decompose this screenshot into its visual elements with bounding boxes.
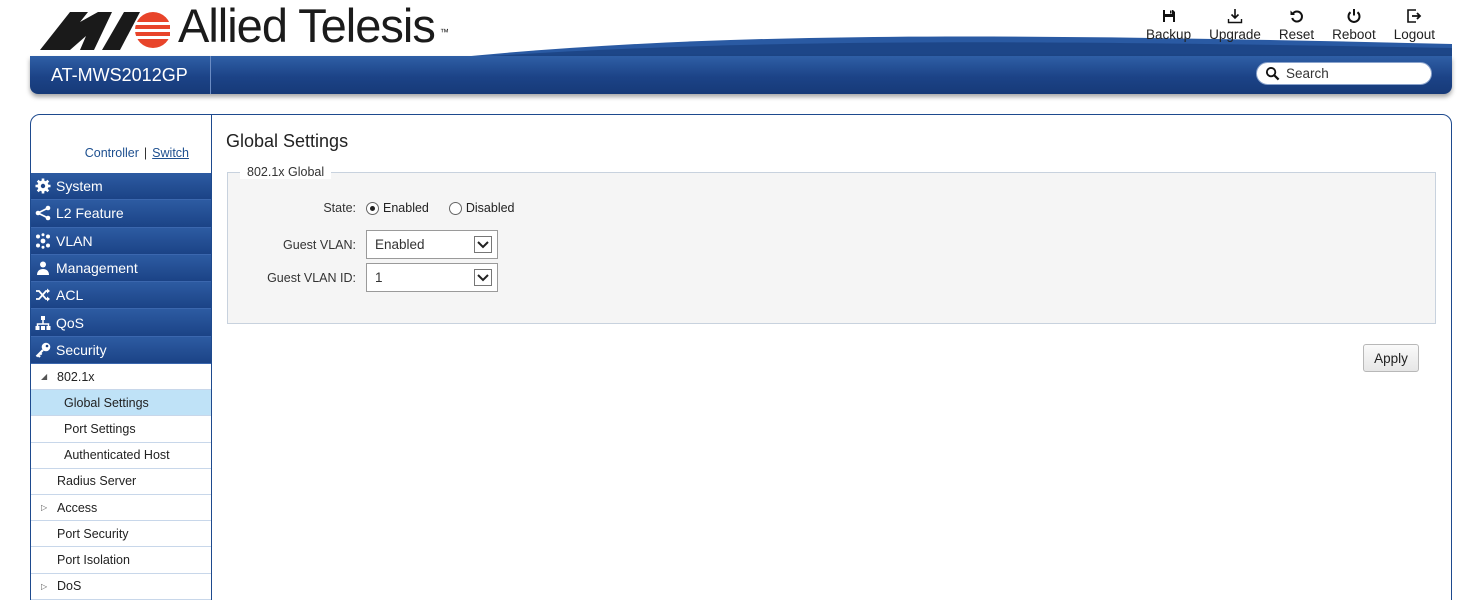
brand-logo: Allied Telesis ™ <box>40 0 449 52</box>
reset-button[interactable]: Reset <box>1270 8 1323 42</box>
apply-button[interactable]: Apply <box>1363 344 1419 372</box>
sub-global-settings-label: Global Settings <box>64 395 149 410</box>
sub-8021x[interactable]: ◢ 802.1x <box>31 364 211 391</box>
content-frame: Controller | Switch System L2 Feature VL… <box>30 114 1452 600</box>
controller-link[interactable]: Controller <box>85 146 139 160</box>
key-icon <box>35 342 51 358</box>
sub-radius-server[interactable]: Radius Server <box>31 469 211 496</box>
toolbar: Backup Upgrade Reset Reboot Logout <box>1137 8 1444 42</box>
menu-system[interactable]: System <box>31 173 211 201</box>
sub-global-settings[interactable]: Global Settings <box>31 390 211 417</box>
global-fieldset: 802.1x Global State: Enabled Disabled Gu… <box>227 165 1436 324</box>
page-title: Global Settings <box>226 131 349 151</box>
sub-access[interactable]: ▷ Access <box>31 495 211 522</box>
chevron-down-icon <box>474 236 492 253</box>
search-icon <box>1265 66 1280 81</box>
state-row: State: Enabled Disabled <box>228 201 535 215</box>
reboot-button[interactable]: Reboot <box>1323 8 1385 42</box>
sub-port-settings[interactable]: Port Settings <box>31 416 211 443</box>
menu-vlan-label: VLAN <box>56 232 93 249</box>
menu-management[interactable]: Management <box>31 254 211 283</box>
brand-name: Allied Telesis ™ <box>178 0 449 52</box>
header: Allied Telesis ™ Backup Upgrade Reset Reb… <box>30 0 1452 95</box>
sub-port-isolation-label: Port Isolation <box>57 552 130 567</box>
model-name: AT-MWS2012GP <box>30 56 211 94</box>
backup-label: Backup <box>1146 27 1192 42</box>
mode-switch: Controller | Switch <box>31 115 211 173</box>
guest-vlan-value: Enabled <box>375 237 425 252</box>
chevron-down-icon <box>474 269 492 286</box>
logo-icon <box>40 12 170 50</box>
nav-bar: AT-MWS2012GP <box>30 56 1452 94</box>
upgrade-button[interactable]: Upgrade <box>1200 8 1270 42</box>
menu-security-label: Security <box>56 341 107 358</box>
sub-dos-label: DoS <box>57 579 82 594</box>
sidebar: Controller | Switch System L2 Feature VL… <box>31 115 212 600</box>
menu-management-label: Management <box>56 260 138 277</box>
upgrade-label: Upgrade <box>1209 27 1261 42</box>
power-icon <box>1347 9 1361 23</box>
shuffle-icon <box>36 288 50 302</box>
mode-separator: | <box>143 146 148 160</box>
user-icon <box>37 261 49 276</box>
menu-system-label: System <box>56 178 103 195</box>
sub-authenticated-host-label: Authenticated Host <box>64 448 170 463</box>
sub-authenticated-host[interactable]: Authenticated Host <box>31 443 211 469</box>
logout-icon <box>1407 9 1422 23</box>
menu-l2-feature[interactable]: L2 Feature <box>31 200 211 228</box>
logout-button[interactable]: Logout <box>1385 8 1444 42</box>
state-enabled-radio[interactable]: Enabled <box>366 201 429 215</box>
guest-vlan-id-select[interactable]: 1 <box>366 263 498 292</box>
sub-port-settings-label: Port Settings <box>64 422 136 437</box>
menu-acl-label: ACL <box>56 287 84 304</box>
state-label: State: <box>323 201 356 215</box>
guest-vlan-select[interactable]: Enabled <box>366 230 498 259</box>
guest-vlan-id-value: 1 <box>375 270 383 285</box>
sub-port-security[interactable]: Port Security <box>31 521 211 548</box>
backup-button[interactable]: Backup <box>1137 8 1200 42</box>
menu-qos[interactable]: QoS <box>31 309 211 337</box>
reset-label: Reset <box>1278 27 1315 42</box>
collapsed-arrow-icon: ▷ <box>41 503 48 513</box>
search-box[interactable] <box>1256 62 1432 85</box>
download-icon <box>1227 9 1243 24</box>
menu-security[interactable]: Security <box>31 336 211 365</box>
main-panel: Global Settings 802.1x Global State: Ena… <box>212 115 1451 600</box>
sub-8021x-label: 802.1x <box>57 369 95 384</box>
expanded-arrow-icon: ◢ <box>41 372 48 382</box>
menu-vlan[interactable]: VLAN <box>31 227 211 255</box>
sub-port-isolation[interactable]: Port Isolation <box>31 547 211 574</box>
share-icon <box>35 206 51 221</box>
brand-name-text: Allied Telesis <box>178 0 436 52</box>
reboot-label: Reboot <box>1332 27 1376 42</box>
network-icon <box>36 233 50 249</box>
guest-vlan-row: Guest VLAN: Enabled <box>228 230 498 259</box>
sub-radius-server-label: Radius Server <box>57 474 137 489</box>
guest-vlan-label: Guest VLAN: <box>283 237 356 252</box>
qos-icon <box>35 315 51 330</box>
gear-icon <box>35 178 51 194</box>
logout-label: Logout <box>1393 27 1435 42</box>
floppy-icon <box>1162 10 1175 22</box>
radio-unchecked-icon <box>448 201 462 215</box>
menu-qos-label: QoS <box>56 314 85 331</box>
fieldset-legend: 802.1x Global <box>240 165 332 179</box>
trademark: ™ <box>439 27 449 37</box>
collapsed-arrow-icon: ▷ <box>41 581 48 591</box>
sub-port-security-label: Port Security <box>57 526 129 541</box>
sub-dos[interactable]: ▷ DoS <box>31 574 211 600</box>
guest-vlan-id-label: Guest VLAN ID: <box>267 270 356 285</box>
state-disabled-label: Disabled <box>465 201 515 215</box>
guest-vlan-id-row: Guest VLAN ID: 1 <box>228 263 498 292</box>
menu-acl[interactable]: ACL <box>31 282 211 310</box>
radio-checked-icon <box>366 201 379 215</box>
sub-access-label: Access <box>57 500 98 515</box>
state-enabled-label: Enabled <box>383 201 429 215</box>
search-input[interactable] <box>1286 66 1426 81</box>
menu-l2-feature-label: L2 Feature <box>56 205 124 222</box>
switch-link[interactable]: Switch <box>152 146 189 160</box>
state-disabled-radio[interactable]: Disabled <box>448 201 515 215</box>
reset-icon <box>1290 10 1303 23</box>
